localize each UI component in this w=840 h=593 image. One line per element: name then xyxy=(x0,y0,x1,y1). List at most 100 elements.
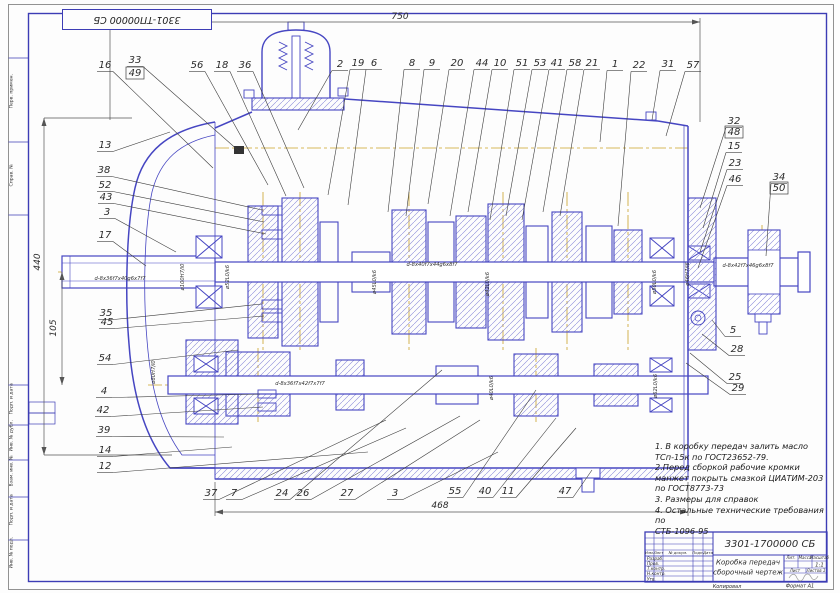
leader-line xyxy=(698,186,727,269)
callout-12: 12 xyxy=(99,461,112,472)
leader-line xyxy=(618,72,631,227)
fit-label: d-8x40f7x44g6x8f7 xyxy=(406,262,458,268)
tb-header-col: Дата xyxy=(702,550,714,555)
callout-32: 32 xyxy=(728,116,741,127)
fit-label: ø40L0/k6 xyxy=(489,375,495,401)
callout-1: 1 xyxy=(612,59,618,70)
callout-58: 58 xyxy=(569,58,582,69)
fit-label: ø50L0/k6 xyxy=(652,269,658,295)
title-line2: сборочный чертеж xyxy=(713,569,783,577)
callout-29: 29 xyxy=(732,383,745,394)
fit-label: ø52L0/k6 xyxy=(225,264,231,290)
fit-label: d-8x36f7x40g6x7f7 xyxy=(94,276,146,282)
leader-line xyxy=(712,320,725,337)
leader-line xyxy=(115,219,176,253)
callout-26: 26 xyxy=(297,488,310,499)
callout-52: 52 xyxy=(99,180,112,191)
lit-label: Лит. xyxy=(785,555,795,560)
callout-8: 8 xyxy=(409,58,415,69)
callout-55: 55 xyxy=(449,486,462,497)
callout-25: 25 xyxy=(729,372,742,383)
fit-label: ø46H7/l6 xyxy=(685,262,691,287)
callout-37: 37 xyxy=(205,488,218,499)
leader-line xyxy=(388,70,404,213)
callout-56: 56 xyxy=(191,60,204,71)
leader-line xyxy=(298,71,332,131)
leader-line xyxy=(328,70,350,196)
fit-label: ø100H7/l0 xyxy=(180,263,186,291)
callout-15: 15 xyxy=(728,141,741,152)
fit-label: ø62L0/k6 xyxy=(653,373,659,399)
leader-line xyxy=(114,204,266,235)
callout-24: 24 xyxy=(276,488,289,499)
leader-line xyxy=(113,132,170,152)
dimension-750: 750 xyxy=(391,12,408,22)
engineering-drawing-sheet: 3301-ТП00000 СБ 1. В коробку передач зал… xyxy=(0,0,840,593)
dimension-440: 440 xyxy=(33,253,43,270)
callout-20: 20 xyxy=(451,58,464,69)
callout-31: 31 xyxy=(662,59,675,70)
dimension-105: 105 xyxy=(49,319,59,336)
leader-line xyxy=(112,437,224,438)
leader-line xyxy=(113,72,213,169)
leader-line xyxy=(113,447,232,457)
callout-27: 27 xyxy=(341,488,354,499)
leader-line xyxy=(242,428,406,500)
leader-line xyxy=(406,70,424,217)
callout-11: 11 xyxy=(502,486,515,497)
callout-42: 42 xyxy=(97,405,110,416)
callout-14: 14 xyxy=(99,445,112,456)
copied-note: Копировал xyxy=(713,584,742,590)
callout-36: 36 xyxy=(239,60,252,71)
callout-3: 3 xyxy=(104,207,110,218)
callout-43: 43 xyxy=(100,192,113,203)
leader-line xyxy=(112,394,260,398)
callout-13: 13 xyxy=(99,140,112,151)
fit-label: ø42L0/k6 xyxy=(485,271,491,297)
leader-line xyxy=(113,452,368,473)
leader-line xyxy=(143,67,240,153)
sheet-label: Лист xyxy=(789,568,801,573)
dimension-468: 468 xyxy=(431,501,448,511)
leader-line xyxy=(230,72,286,197)
callout-53: 53 xyxy=(534,58,547,69)
callout-44: 44 xyxy=(476,58,489,69)
callout-9: 9 xyxy=(429,58,435,69)
leader-line xyxy=(490,70,514,221)
fit-label: d-8x36f7x42f7x7f7 xyxy=(275,381,325,387)
leader-line xyxy=(600,71,607,143)
tb-header-col: Изм. xyxy=(645,550,654,555)
callout-10: 10 xyxy=(494,58,507,69)
tb-header-col: Лист xyxy=(653,550,664,555)
fit-label: d-8x42f7x46g6x8f7 xyxy=(722,263,774,269)
tb-header-col: Подп. xyxy=(692,550,704,555)
leader-line xyxy=(543,70,567,213)
leader-line xyxy=(348,70,366,206)
callout-51: 51 xyxy=(516,58,529,69)
callout-33: 33 xyxy=(129,55,142,66)
callout-34: 34 xyxy=(773,172,786,183)
scale-label: Масштаб xyxy=(810,555,830,560)
format-note: Формат А1 xyxy=(786,584,814,590)
callout-23: 23 xyxy=(729,158,742,169)
leader-line xyxy=(114,304,262,320)
doc-number: 3301-1700000 СБ xyxy=(725,539,816,550)
callout-17: 17 xyxy=(99,230,112,241)
leader-line xyxy=(115,316,264,329)
callout-5: 5 xyxy=(730,325,736,336)
tb-sign-row: Утв. xyxy=(647,577,656,582)
callout-41: 41 xyxy=(551,58,564,69)
callout-19: 19 xyxy=(352,58,365,69)
callout-40: 40 xyxy=(479,486,492,497)
callout-6: 6 xyxy=(371,58,377,69)
fit-label: ø45L0/k6 xyxy=(372,269,378,295)
callout-39: 39 xyxy=(98,425,111,436)
callout-38: 38 xyxy=(98,165,111,176)
callout-21: 21 xyxy=(586,58,599,69)
leader-line xyxy=(652,71,660,121)
leader-line xyxy=(666,72,685,137)
callout-16: 16 xyxy=(99,60,112,71)
leader-line xyxy=(113,192,264,223)
callout-46: 46 xyxy=(729,174,742,185)
callout-54: 54 xyxy=(99,353,112,364)
